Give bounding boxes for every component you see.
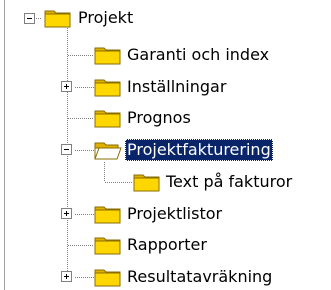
tree-node-installningar[interactable]: Inställningar [125,76,228,98]
tree-node-label: Garanti och index [127,45,270,64]
tree-node-label: Resultatavräkning [127,267,273,286]
tree-node-label: Inställningar [127,77,227,96]
folder-closed-icon [94,110,121,128]
expand-toggle-projektlistor[interactable] [61,208,72,219]
folder-closed-icon [133,174,160,192]
tree-line-children-vertical [104,162,105,182]
tree-node-garanti-och-index[interactable]: Garanti och index [125,44,271,66]
expand-toggle-installningar[interactable] [61,81,72,92]
tree-node-label: Prognos [127,108,191,127]
folder-open-icon [94,142,122,160]
tree-node-label: Text på fakturor [166,172,293,191]
tree-node-projektfakturering[interactable]: Projektfakturering [125,139,273,161]
folder-closed-icon [94,269,121,287]
expand-toggle-resultatavrakning[interactable] [61,271,72,282]
tree-node-label: Projekt [78,8,134,27]
folder-closed-icon [94,79,121,97]
collapse-toggle-projekt[interactable] [24,13,35,24]
collapse-toggle-projektfakturering[interactable] [61,144,72,155]
folder-closed-icon [94,206,121,224]
tree-line-item-2 [75,87,94,88]
folder-closed-icon [94,237,121,255]
tree-line-item-6 [68,245,94,246]
tree-node-label: Projektlistor [127,204,223,223]
tree-line-item-5 [75,214,94,215]
folder-closed-icon [44,10,71,28]
folder-tree: Projekt Garanti och index Inställningar … [0,0,331,290]
tree-line-item-7 [75,277,94,278]
folder-closed-icon [94,47,121,65]
tree-node-label: Projektfakturering [127,140,271,159]
tree-node-projektlistor[interactable]: Projektlistor [125,203,224,225]
tree-node-prognos[interactable]: Prognos [125,107,193,129]
tree-line-item-3 [68,118,94,119]
tree-line-item-4 [75,150,94,151]
tree-node-rapporter[interactable]: Rapporter [125,234,209,256]
tree-node-text-pa-fakturor[interactable]: Text på fakturor [164,171,294,193]
tree-line-item-1 [68,55,94,56]
tree-node-label: Rapporter [127,235,207,254]
tree-node-projekt[interactable]: Projekt [76,7,135,29]
tree-line-child-1 [105,182,133,183]
tree-node-resultatavrakning[interactable]: Resultatavräkning [125,266,274,288]
